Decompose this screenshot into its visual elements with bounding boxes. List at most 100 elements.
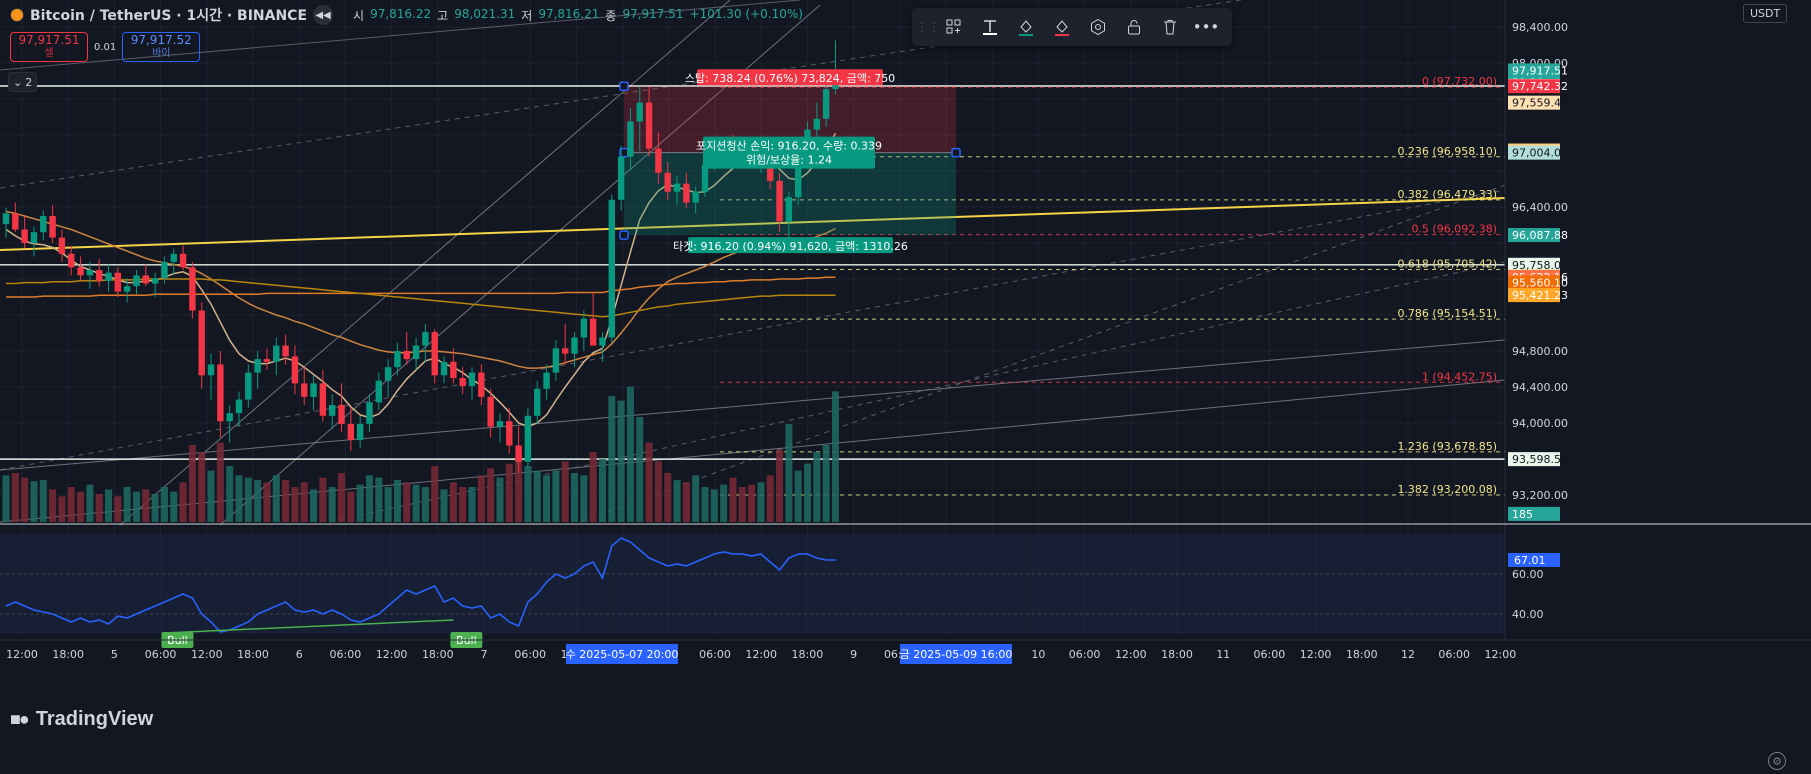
- candle-body: [49, 216, 56, 238]
- candle-body: [785, 197, 793, 222]
- volume-bar: [160, 487, 168, 522]
- time-tick-label: 18:00: [422, 648, 454, 661]
- volume-bar: [673, 480, 681, 522]
- volume-bar: [170, 491, 178, 522]
- candle-body: [151, 278, 159, 284]
- volume-bar: [468, 487, 476, 522]
- fib-level-label: 0 (97,732.00): [1422, 75, 1497, 88]
- candle-body: [263, 359, 271, 362]
- sell-button[interactable]: 97,917.51 셀: [10, 32, 88, 62]
- time-tick-label: 18:00: [1161, 648, 1193, 661]
- candle-body: [524, 415, 532, 462]
- volume-bar: [785, 424, 793, 522]
- crosshair-time-label: 수 2025-05-07 20:00: [566, 644, 678, 664]
- indicators-toggle[interactable]: ⌄ 2: [8, 72, 38, 92]
- candle-body: [161, 261, 168, 279]
- volume-bar: [794, 470, 802, 522]
- buy-price: 97,917.52: [130, 33, 192, 47]
- candle-body: [179, 253, 187, 268]
- price-label: 97,559.42: [1512, 97, 1568, 110]
- volume-bar: [77, 491, 85, 522]
- volume-bar: [561, 461, 569, 522]
- candle-body: [673, 183, 681, 192]
- time-tick-label: 5: [111, 648, 118, 661]
- volume-bar: [356, 484, 364, 522]
- volume-bar: [207, 470, 215, 522]
- crosshair-time-label: 금 2025-05-09 16:00: [900, 644, 1012, 664]
- volume-bar: [282, 480, 290, 522]
- volume-bar: [421, 487, 429, 522]
- candle-body: [338, 405, 345, 424]
- candle-body: [683, 183, 690, 203]
- price-chart[interactable]: 0 (97,732.00) 0.236 (96,958.10) 0.382 (96,…: [0, 0, 1811, 774]
- candle-body: [394, 351, 401, 368]
- candle-body: [217, 364, 224, 422]
- candle-body: [133, 275, 140, 287]
- volume-bar: [151, 494, 159, 522]
- volume-bar: [776, 449, 784, 522]
- entry-label: 포지션청산 손익: 916.20, 수량: 0.339위험/보상율: 1.24: [696, 136, 882, 169]
- trash-icon[interactable]: [1156, 13, 1184, 41]
- candle-body: [543, 372, 550, 389]
- tradingview-logo-icon: ■●: [10, 709, 30, 729]
- volume-bar: [598, 459, 606, 522]
- candle-body: [254, 359, 261, 373]
- position-handle: [619, 81, 629, 91]
- candle-body: [664, 172, 671, 192]
- candle-body: [235, 399, 243, 414]
- candle-body: [226, 413, 233, 422]
- volume-bar: [626, 386, 634, 522]
- more-icon[interactable]: •••: [1192, 13, 1220, 41]
- price-tick-label: 94,400.00: [1512, 381, 1568, 394]
- volume-bar: [822, 445, 830, 522]
- buy-label: 바이: [152, 48, 171, 59]
- trade-panel: 97,917.51 셀 0.01 97,917.52 바이: [10, 32, 201, 62]
- line-color-icon[interactable]: [1048, 13, 1076, 41]
- volume-bar: [216, 442, 224, 522]
- buy-button[interactable]: 97,917.52 바이: [122, 32, 201, 62]
- candle-body: [273, 345, 280, 362]
- volume-bar: [188, 445, 196, 522]
- currency-selector[interactable]: USDT: [1743, 4, 1788, 23]
- volume-bar: [95, 494, 103, 522]
- candle-body: [310, 383, 317, 397]
- time-tick-label: 06:00: [1254, 648, 1286, 661]
- candle-body: [329, 405, 336, 416]
- object-tree-icon[interactable]: [940, 13, 968, 41]
- volume-bar: [347, 491, 355, 522]
- candle-body: [636, 102, 643, 122]
- grip-icon[interactable]: ⋮⋮: [916, 13, 940, 41]
- volume-bar: [179, 482, 187, 522]
- price-tick-label: 98,400.00: [1512, 21, 1568, 34]
- candle-body: [123, 286, 131, 292]
- lock-icon[interactable]: [1120, 13, 1148, 41]
- time-tick-label: 12:00: [6, 648, 38, 661]
- rewind-icon[interactable]: ◀◀: [313, 5, 334, 25]
- volume-bar: [543, 475, 551, 522]
- candle-body: [552, 348, 560, 373]
- volume-bar: [393, 480, 401, 522]
- volume-bar: [710, 489, 718, 522]
- time-tick-label: 9: [850, 648, 857, 661]
- time-tick-label: 11: [1216, 648, 1230, 661]
- price-tick-label: 93,200.00: [1512, 489, 1568, 502]
- volume-bar: [664, 473, 672, 522]
- ohlc-change-value: +101.30 (+0.10%): [689, 6, 803, 21]
- volume-bar: [86, 484, 94, 522]
- candle-body: [384, 367, 392, 381]
- volume-bar: [2, 475, 10, 522]
- volume-bar: [39, 480, 47, 522]
- text-icon[interactable]: [976, 13, 1004, 41]
- fill-color-icon[interactable]: [1012, 13, 1040, 41]
- candle-body: [701, 164, 709, 192]
- indicators-count: 2: [25, 75, 33, 89]
- symbol-title[interactable]: Bitcoin / TetherUS · 1시간 · BINANCE: [30, 5, 307, 25]
- volume-bar: [440, 489, 448, 522]
- volume-bar: [571, 473, 579, 522]
- volume-bar: [636, 417, 644, 522]
- ohlc-close-label: 종: [605, 8, 617, 23]
- gear-icon[interactable]: ⚙: [1768, 752, 1786, 770]
- settings-hex-icon[interactable]: [1084, 13, 1112, 41]
- target-label: 타겟: 916.20 (0.94%) 91,620, 금액: 1310.26: [673, 237, 908, 254]
- tradingview-logo[interactable]: ■● TradingView: [10, 708, 153, 731]
